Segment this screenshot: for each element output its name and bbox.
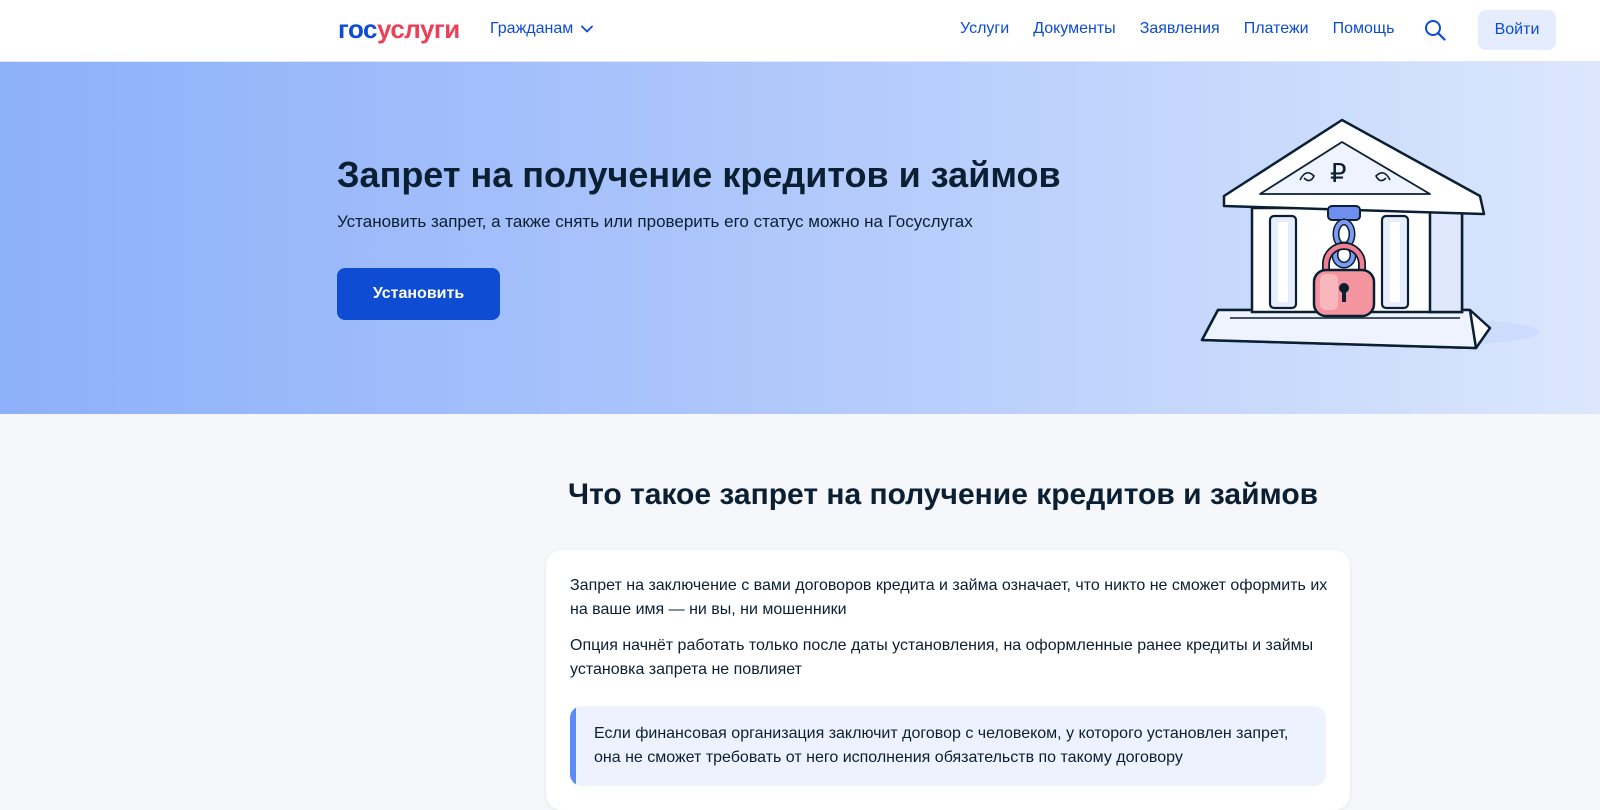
login-button[interactable]: Войти	[1478, 10, 1556, 50]
audience-label: Гражданам	[490, 20, 574, 37]
note-text: Если финансовая организация заключит дог…	[594, 725, 1289, 766]
gosuslugi-logo[interactable]: госуслуги	[338, 14, 460, 45]
info-note: Если финансовая организация заключит дог…	[570, 706, 1326, 786]
nav-item-help[interactable]: Помощь	[1333, 20, 1395, 38]
info-card: Запрет на заключение с вами договоров кр…	[546, 550, 1350, 810]
hero-subtitle: Установить запрет, а также снять или про…	[337, 212, 973, 231]
chevron-down-icon	[581, 25, 594, 33]
info-paragraph: Запрет на заключение с вами договоров кр…	[570, 577, 1328, 618]
nav-item-documents[interactable]: Документы	[1033, 20, 1115, 38]
site-header: госуслуги Гражданам Услуги Документы Зая…	[0, 0, 1600, 62]
main-nav: Услуги Документы Заявления Платежи Помощ…	[960, 20, 1394, 38]
search-icon[interactable]	[1424, 19, 1446, 41]
audience-selector[interactable]: Гражданам	[490, 20, 594, 38]
info-paragraph: Опция начнёт работать только после даты …	[570, 637, 1314, 678]
nav-item-payments[interactable]: Платежи	[1244, 20, 1309, 38]
logo-part-uslugi: услуги	[377, 14, 460, 44]
note-accent-bar	[570, 706, 576, 786]
page-title: Запрет на получение кредитов и займов	[337, 154, 1061, 195]
svg-text:₽: ₽	[1330, 159, 1347, 189]
nav-item-applications[interactable]: Заявления	[1140, 20, 1220, 38]
logo-part-gos: гос	[338, 14, 378, 44]
bank-with-padlock-illustration: ₽	[1200, 118, 1540, 350]
nav-item-services[interactable]: Услуги	[960, 20, 1009, 38]
hero-banner: Запрет на получение кредитов и займов Ус…	[0, 62, 1600, 414]
section-title: Что такое запрет на получение кредитов и…	[568, 478, 1319, 511]
set-ban-button[interactable]: Установить	[337, 268, 500, 320]
